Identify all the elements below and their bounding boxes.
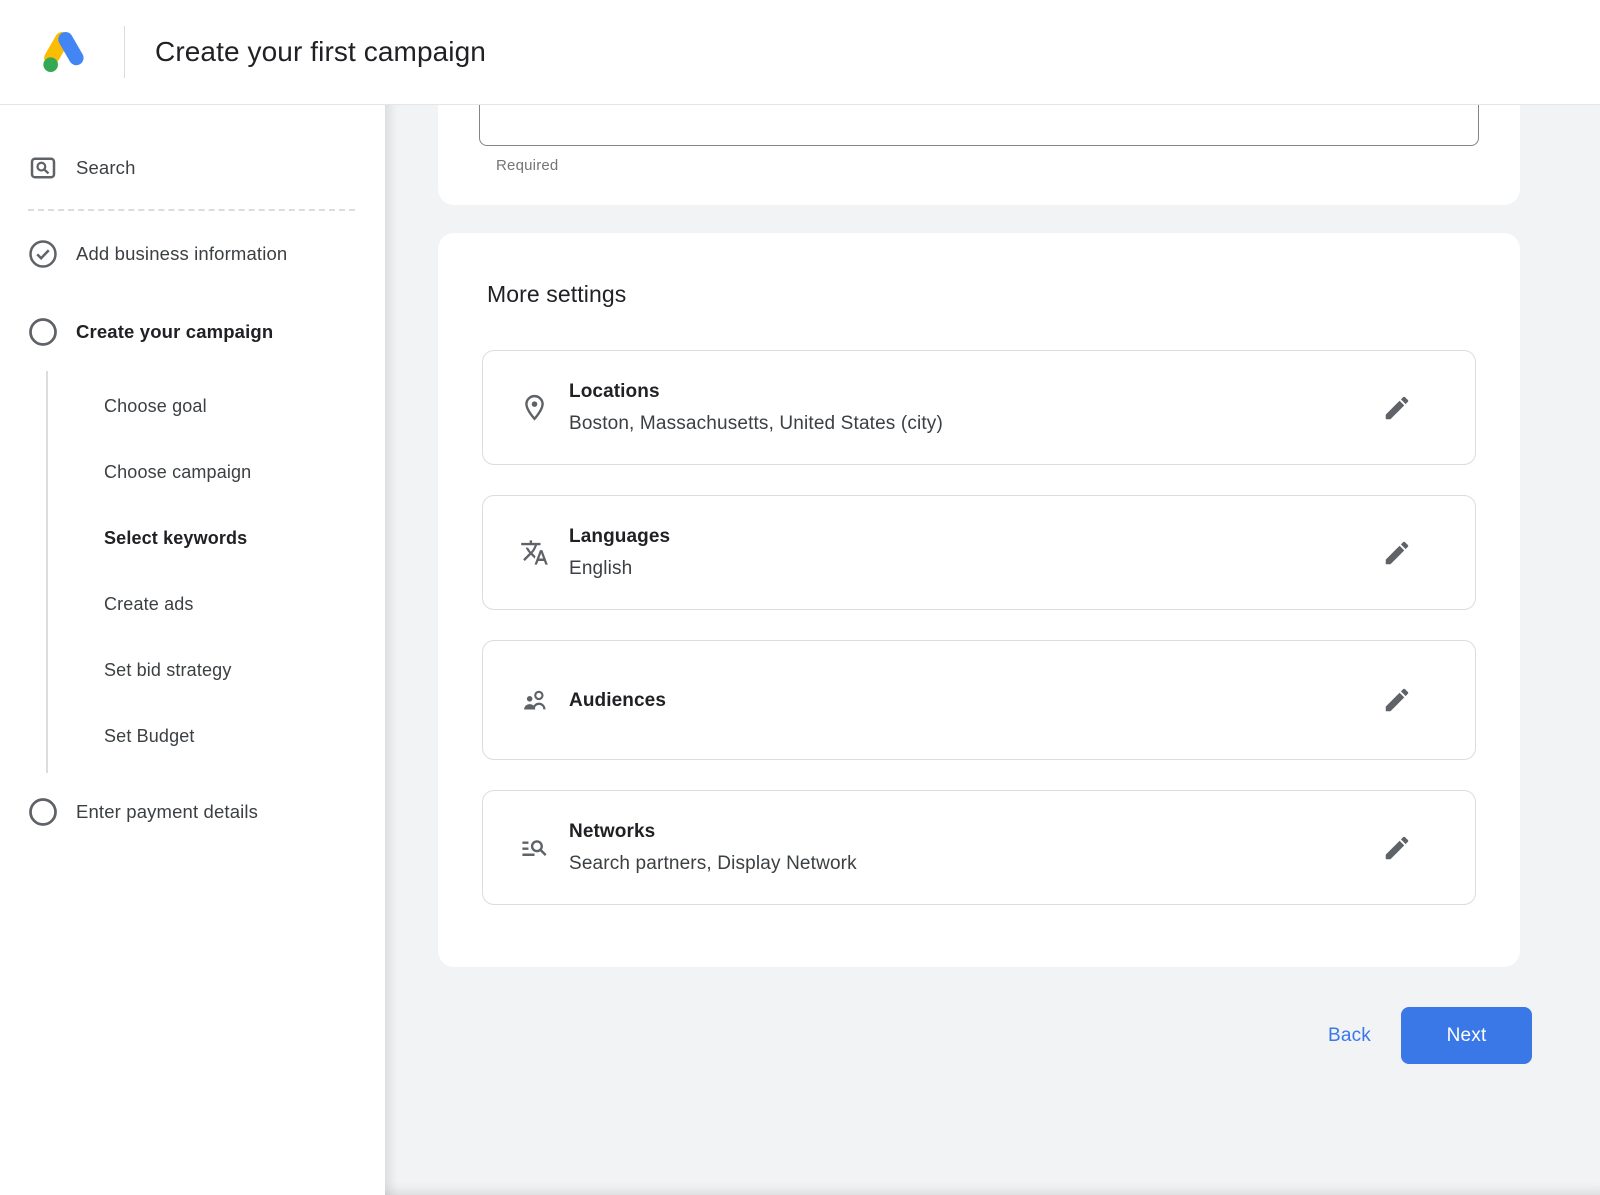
- substep-label: Choose campaign: [104, 462, 251, 483]
- step-create-your-campaign[interactable]: Create your campaign: [0, 293, 385, 371]
- radio-circle-icon: [28, 317, 58, 347]
- pencil-icon: [1382, 833, 1412, 863]
- radio-circle-icon: [28, 797, 58, 827]
- campaign-substeps: Choose goal Choose campaign Select keywo…: [46, 371, 385, 773]
- substep-choose-goal[interactable]: Choose goal: [48, 373, 385, 439]
- setting-row-audiences: Audiences: [482, 640, 1476, 760]
- sidebar-divider: [28, 209, 355, 211]
- setting-row-languages: Languages English: [482, 495, 1476, 610]
- substep-set-bid-strategy[interactable]: Set bid strategy: [48, 637, 385, 703]
- google-ads-logo-icon: [38, 25, 92, 79]
- more-settings-card: More settings Locations Boston, Massachu…: [438, 233, 1520, 967]
- substep-select-keywords[interactable]: Select keywords: [48, 505, 385, 571]
- step-label: Enter payment details: [76, 801, 258, 823]
- main-panel: Required More settings Locations Boston,…: [385, 105, 1600, 1195]
- substep-create-ads[interactable]: Create ads: [48, 571, 385, 637]
- substep-label-active: Select keywords: [104, 528, 247, 549]
- substep-label: Set bid strategy: [104, 660, 231, 681]
- header-divider: [124, 26, 125, 78]
- keywords-card: Required: [438, 105, 1520, 205]
- keywords-input[interactable]: [479, 105, 1479, 146]
- substep-label: Set Budget: [104, 726, 195, 747]
- edit-locations-button[interactable]: [1375, 386, 1419, 430]
- setting-title: Locations: [569, 378, 943, 405]
- people-icon: [520, 686, 549, 715]
- edit-languages-button[interactable]: [1375, 531, 1419, 575]
- setting-value: English: [569, 555, 670, 582]
- substep-label: Create ads: [104, 594, 194, 615]
- manage-search-icon: [520, 833, 549, 862]
- pencil-icon: [1382, 538, 1412, 568]
- more-settings-title: More settings: [487, 281, 1476, 308]
- setting-title: Languages: [569, 523, 670, 550]
- edit-audiences-button[interactable]: [1375, 678, 1419, 722]
- setting-title: Audiences: [569, 687, 666, 714]
- setting-value: Search partners, Display Network: [569, 850, 857, 877]
- substep-choose-campaign[interactable]: Choose campaign: [48, 439, 385, 505]
- setting-title: Networks: [569, 818, 857, 845]
- steps-sidebar: Search Add business information Create y…: [0, 105, 385, 1195]
- step-label: Create your campaign: [76, 321, 273, 343]
- required-helper-text: Required: [496, 157, 1479, 174]
- back-button[interactable]: Back: [1302, 1015, 1397, 1057]
- wizard-actions: Back Next: [438, 1007, 1532, 1064]
- app-header: Create your first campaign: [0, 0, 1600, 105]
- content-area: Search Add business information Create y…: [0, 105, 1600, 1195]
- pencil-icon: [1382, 393, 1412, 423]
- setting-row-networks: Networks Search partners, Display Networ…: [482, 790, 1476, 905]
- edit-networks-button[interactable]: [1375, 826, 1419, 870]
- page-title: Create your first campaign: [155, 36, 486, 68]
- setting-row-locations: Locations Boston, Massachusetts, United …: [482, 350, 1476, 465]
- setting-value: Boston, Massachusetts, United States (ci…: [569, 410, 943, 437]
- pencil-icon: [1382, 685, 1412, 715]
- step-add-business-information[interactable]: Add business information: [0, 215, 385, 293]
- substep-label: Choose goal: [104, 396, 207, 417]
- check-circle-icon: [28, 239, 58, 269]
- sidebar-item-label: Search: [76, 157, 136, 179]
- step-enter-payment-details[interactable]: Enter payment details: [0, 773, 385, 851]
- substep-set-budget[interactable]: Set Budget: [48, 703, 385, 769]
- next-button[interactable]: Next: [1401, 1007, 1532, 1064]
- step-label: Add business information: [76, 243, 287, 265]
- translate-icon: [520, 538, 549, 567]
- location-pin-icon: [520, 393, 549, 422]
- search-campaign-icon: [28, 153, 58, 183]
- sidebar-item-search[interactable]: Search: [0, 139, 385, 197]
